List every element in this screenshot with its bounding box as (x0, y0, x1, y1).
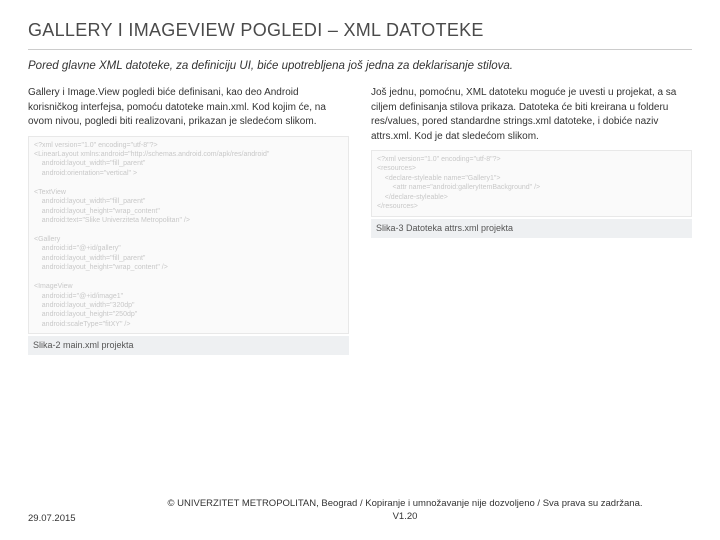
right-caption: Slika-3 Datoteka attrs.xml projekta (371, 219, 692, 238)
footer: 29.07.2015 © UNIVERZITET METROPOLITAN, B… (28, 498, 692, 524)
content-columns: Gallery i Image.View pogledi biće defini… (28, 86, 692, 355)
footer-copyright: © UNIVERZITET METROPOLITAN, Beograd / Ko… (118, 498, 692, 524)
footer-date: 29.07.2015 (28, 513, 118, 524)
left-column: Gallery i Image.View pogledi biće defini… (28, 86, 349, 355)
right-paragraph: Još jednu, pomoćnu, XML datoteku moguće … (371, 86, 692, 144)
left-code-snippet: <?xml version="1.0" encoding="utf-8"?> <… (28, 136, 349, 335)
divider (28, 49, 692, 50)
left-paragraph: Gallery i Image.View pogledi biće defini… (28, 86, 349, 130)
right-column: Još jednu, pomoćnu, XML datoteku moguće … (371, 86, 692, 355)
left-caption: Slika-2 main.xml projekta (28, 336, 349, 355)
right-code-snippet: <?xml version="1.0" encoding="utf-8"?> <… (371, 150, 692, 217)
subtitle: Pored glavne XML datoteke, za definiciju… (28, 60, 692, 72)
page-title: GALLERY I IMAGEVIEW POGLEDI – XML DATOTE… (28, 20, 692, 41)
